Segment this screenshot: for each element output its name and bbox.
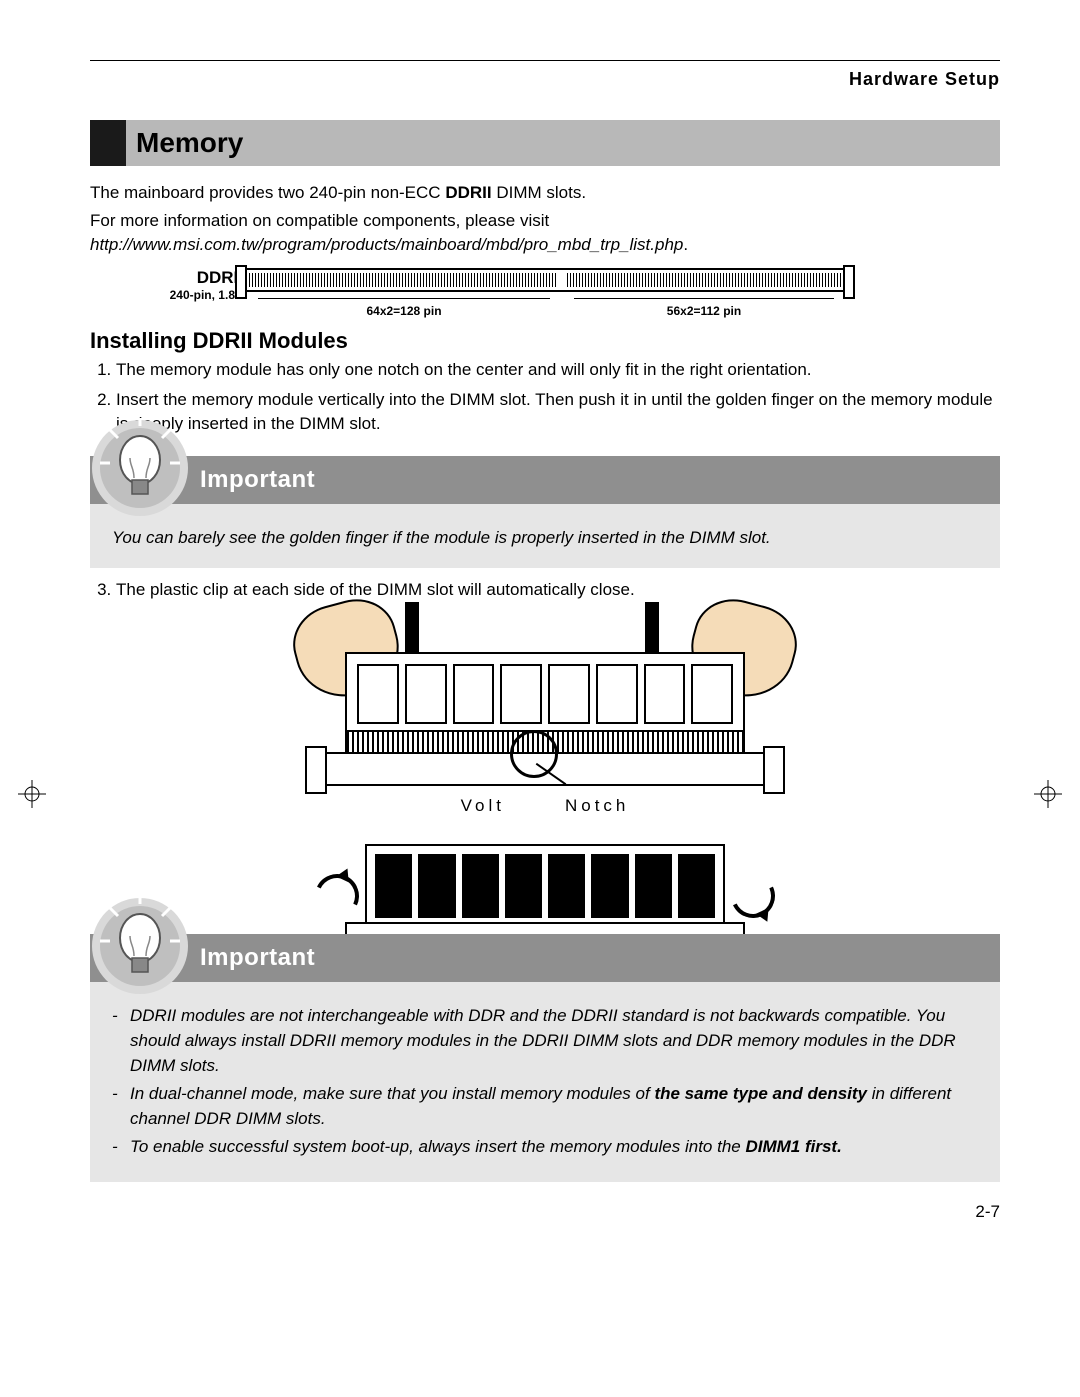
intro-paragraph-1: The mainboard provides two 240-pin non-E… <box>90 181 1000 205</box>
lightbulb-icon <box>90 896 190 996</box>
chip-icon <box>691 664 733 724</box>
steps-list-cont: The plastic clip at each side of the DIM… <box>90 578 1000 602</box>
install-figure: Volt Notch <box>315 612 775 944</box>
chip-icon <box>596 664 638 724</box>
chip-icon <box>405 664 447 724</box>
chip-icon <box>462 854 499 918</box>
t2b: the same type and density <box>654 1084 867 1103</box>
dimm-notch <box>559 270 565 290</box>
registration-mark-icon <box>1034 780 1062 808</box>
subheading: Installing DDRII Modules <box>90 328 1000 354</box>
figure-labels: Volt Notch <box>315 796 775 816</box>
important2-text1: DDRII modules are not interchangeable wi… <box>130 1004 978 1078</box>
intro2-text: For more information on compatible compo… <box>90 211 549 230</box>
step-1: The memory module has only one notch on … <box>116 358 1000 382</box>
hands-row <box>315 612 775 772</box>
dimm-arrow-left: 64x2=128 pin <box>245 294 563 318</box>
clip-icon <box>305 746 327 794</box>
dimm-label: DDRII 240-pin, 1.8V <box>163 268 243 302</box>
important-bar-1: Important <box>90 456 1000 504</box>
dash-icon: - <box>112 1004 130 1078</box>
chip-icon <box>591 854 628 918</box>
clip-icon <box>763 746 785 794</box>
rotate-arrow-icon <box>725 868 781 924</box>
section-accent <box>90 120 126 166</box>
intro-text: The mainboard provides two 240-pin non-E… <box>90 183 445 202</box>
important2-item2: - In dual-channel mode, make sure that y… <box>112 1082 978 1131</box>
important-text-1: You can barely see the golden finger if … <box>112 528 771 547</box>
chip-icon <box>548 664 590 724</box>
chip-icon <box>678 854 715 918</box>
important2-item3: - To enable successful system boot-up, a… <box>112 1135 978 1160</box>
intro-paragraph-2: For more information on compatible compo… <box>90 209 1000 257</box>
memory-module-seated <box>365 844 725 928</box>
page-header: Hardware Setup <box>90 69 1000 90</box>
lightbulb-icon <box>90 418 190 518</box>
important-body-1: You can barely see the golden finger if … <box>90 504 1000 569</box>
important2-text3: To enable successful system boot-up, alw… <box>130 1135 842 1160</box>
intro2-url: http://www.msi.com.tw/program/products/m… <box>90 235 683 254</box>
intro-text-end: DIMM slots. <box>492 183 586 202</box>
rotate-arrow-icon <box>309 868 365 924</box>
intro2-end: . <box>683 235 688 254</box>
chip-icon <box>505 854 542 918</box>
important2-text2: In dual-channel mode, make sure that you… <box>130 1082 978 1131</box>
dimm-label-big: DDRII <box>163 268 243 288</box>
dimm-diagram: DDRII 240-pin, 1.8V 64x2=128 pin 56x2=11… <box>245 268 845 318</box>
label-volt: Volt <box>461 796 505 816</box>
section-header: Memory <box>90 120 1000 166</box>
dimm-pins-right <box>567 273 841 287</box>
dash-icon: - <box>112 1082 130 1131</box>
chip-icon <box>635 854 672 918</box>
chip-icon <box>644 664 686 724</box>
chip-icon <box>453 664 495 724</box>
top-rule <box>90 60 1000 61</box>
page-number: 2-7 <box>90 1202 1000 1222</box>
step-2: Insert the memory module vertically into… <box>116 388 1000 436</box>
dimm-slot-graphic <box>245 268 845 292</box>
t2a: In dual-channel mode, make sure that you… <box>130 1084 654 1103</box>
section-title: Memory <box>126 120 243 166</box>
dimm-arrow-right: 56x2=112 pin <box>563 294 845 318</box>
important-label-2: Important <box>200 944 315 972</box>
chip-icon <box>375 854 412 918</box>
important-bar-2: Important <box>90 934 1000 982</box>
important-box-2: Important - DDRII modules are not interc… <box>90 934 1000 1182</box>
dimm-arrow-row: 64x2=128 pin 56x2=112 pin <box>245 294 845 318</box>
chip-icon <box>500 664 542 724</box>
steps-list: The memory module has only one notch on … <box>90 358 1000 435</box>
label-notch: Notch <box>565 796 629 816</box>
notch-circle-icon <box>510 730 558 778</box>
t3b: DIMM1 first. <box>745 1137 841 1156</box>
dimm-label-small: 240-pin, 1.8V <box>163 288 243 302</box>
dash-icon: - <box>112 1135 130 1160</box>
intro-bold: DDRII <box>445 183 491 202</box>
module-inserted-graphic <box>315 834 775 944</box>
dimm-pins-left <box>249 273 557 287</box>
chip-icon <box>357 664 399 724</box>
important-label-1: Important <box>200 466 315 494</box>
t3a: To enable successful system boot-up, alw… <box>130 1137 745 1156</box>
important-body-2: - DDRII modules are not interchangeable … <box>90 982 1000 1182</box>
registration-mark-icon <box>18 780 46 808</box>
step-3: The plastic clip at each side of the DIM… <box>116 578 1000 602</box>
important-box-1: Important You can barely see the golden … <box>90 456 1000 569</box>
chip-icon <box>418 854 455 918</box>
important2-item1: - DDRII modules are not interchangeable … <box>112 1004 978 1078</box>
chip-icon <box>548 854 585 918</box>
